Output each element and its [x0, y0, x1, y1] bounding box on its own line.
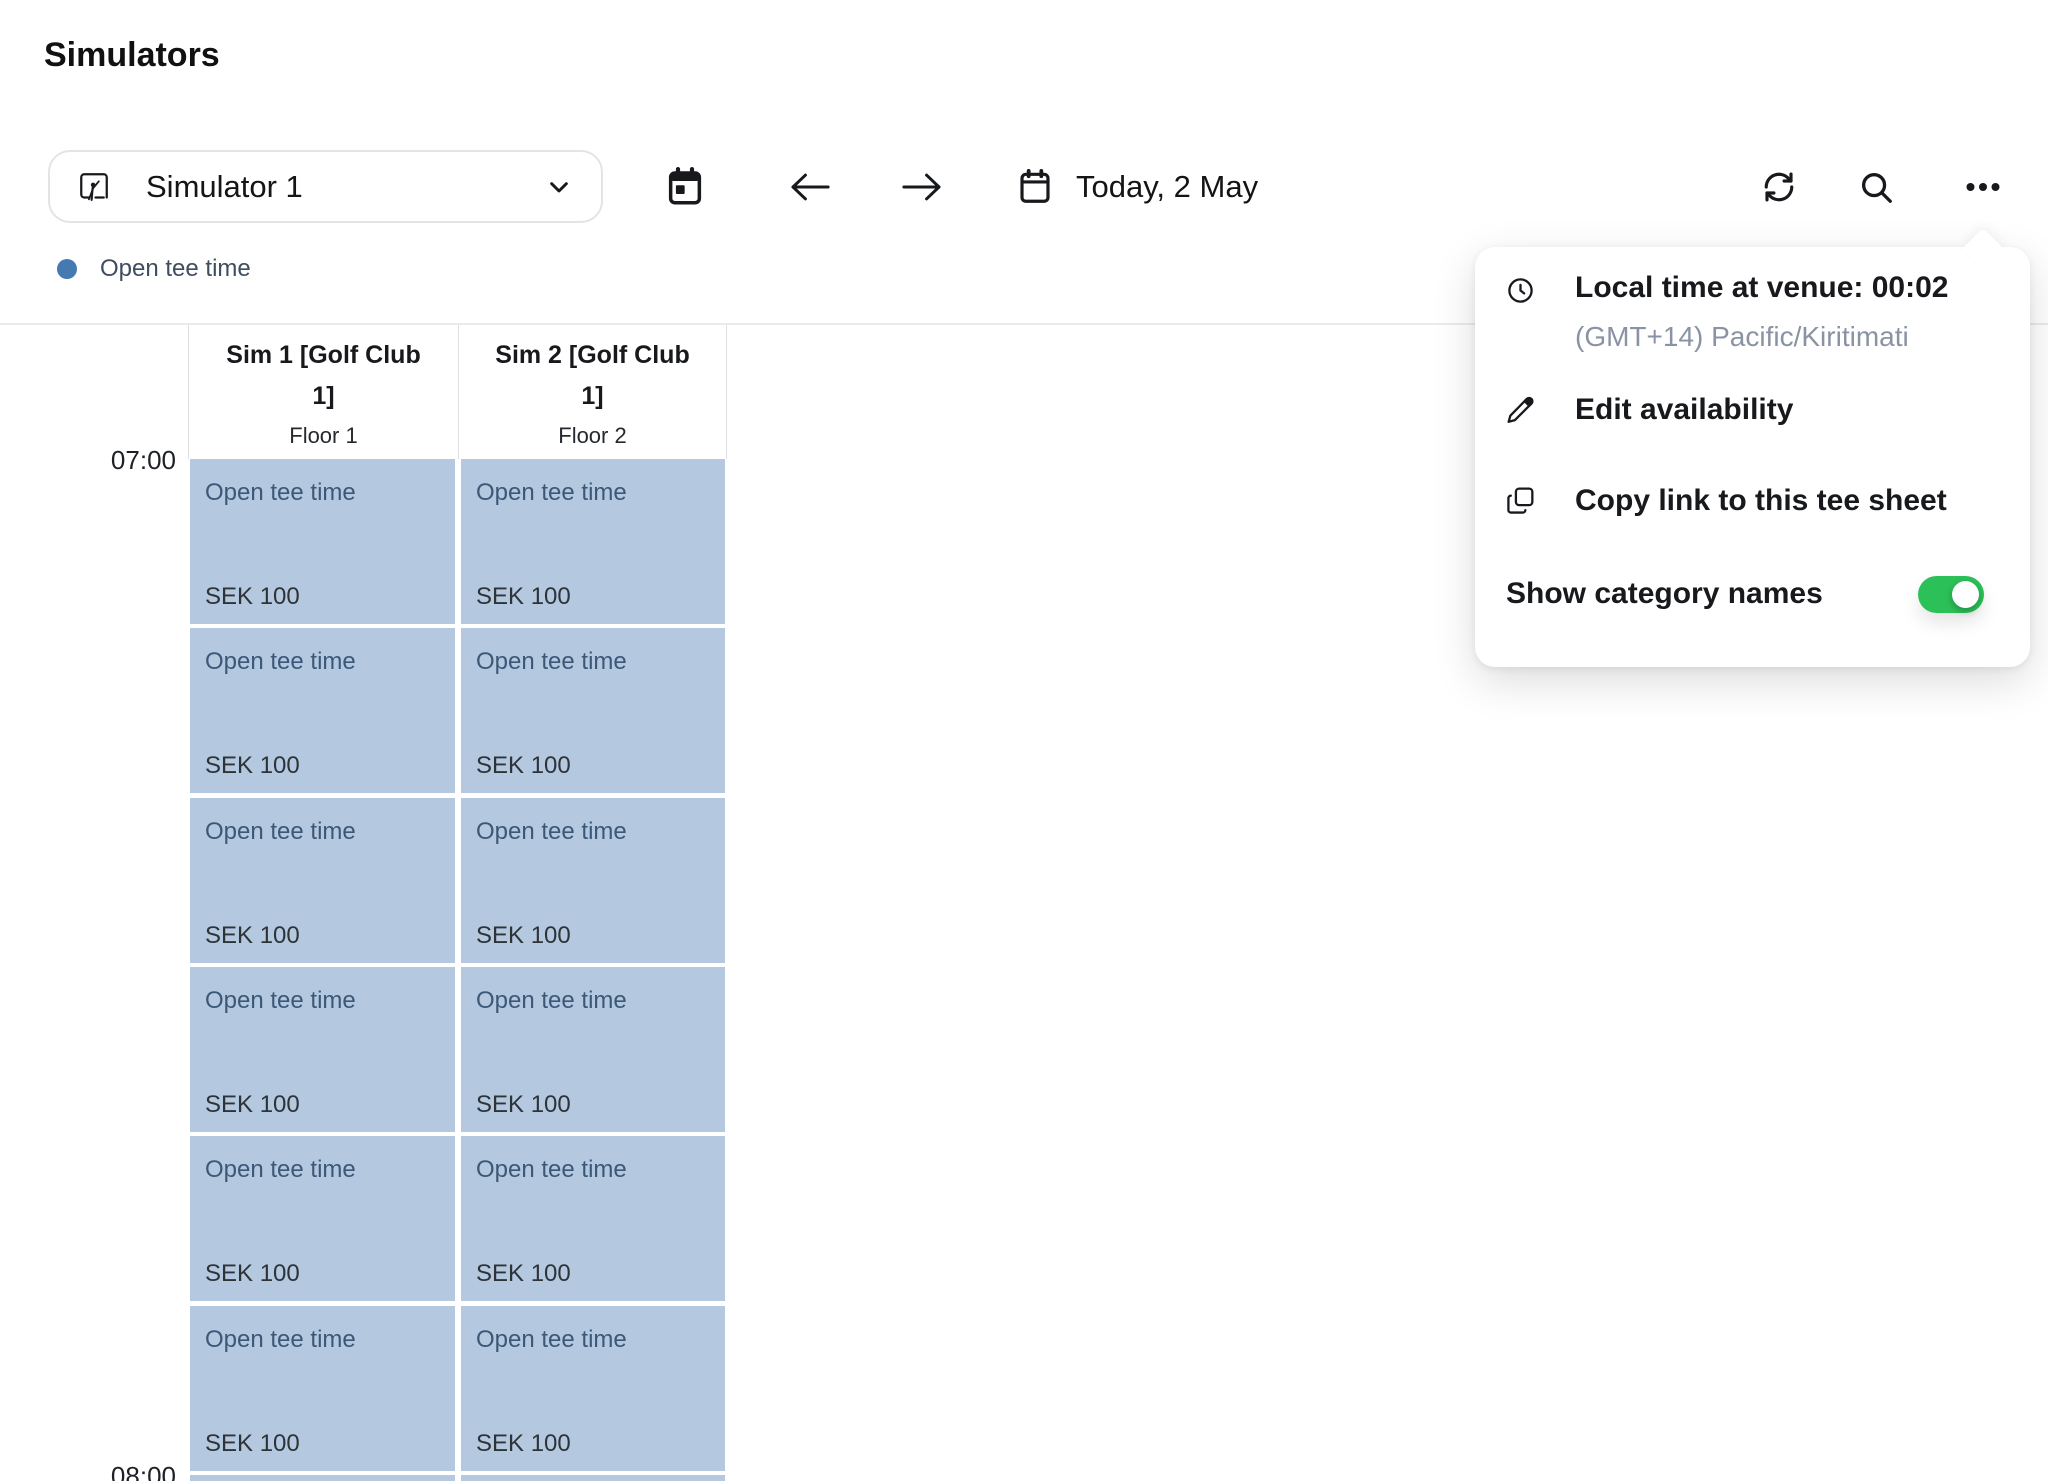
- menu-item-copy-link[interactable]: Copy link to this tee sheet: [1475, 473, 2030, 533]
- show-category-names-label: Show category names: [1506, 577, 1823, 611]
- open-tee-time-slot[interactable]: Open tee time SEK 100: [190, 1136, 455, 1301]
- time-label-0700: 07:00: [0, 445, 176, 476]
- column-title: Sim 2 [Golf Club 1]: [487, 335, 699, 417]
- slot-price: SEK 100: [476, 922, 571, 950]
- slot-price: SEK 100: [205, 1260, 300, 1288]
- ellipsis-icon: [1963, 167, 2003, 207]
- open-tee-time-slot[interactable]: Open tee time SEK 100: [190, 459, 455, 624]
- simulators-page: Simulators Simulator 1: [0, 0, 2048, 1481]
- open-tee-time-slot[interactable]: Open tee time SEK 100: [461, 1306, 725, 1471]
- show-category-names-toggle[interactable]: [1918, 576, 1984, 613]
- chevron-down-icon: [543, 171, 575, 203]
- column-header-sim-2: Sim 2 [Golf Club 1] Floor 2: [458, 325, 727, 459]
- local-time-title: Local time at venue: 00:02: [1575, 271, 1948, 305]
- slot-category-label: Open tee time: [205, 1326, 356, 1354]
- open-tee-time-slot[interactable]: Open tee time SEK 100: [190, 628, 455, 793]
- simulator-select-value: Simulator 1: [146, 169, 543, 205]
- menu-item-edit-availability[interactable]: Edit availability: [1475, 382, 2030, 442]
- slot-category-label: Open tee time: [205, 479, 356, 507]
- slot-category-label: Open tee time: [205, 987, 356, 1015]
- next-day-button[interactable]: [898, 166, 946, 208]
- time-label-0800: 08:00: [0, 1461, 176, 1481]
- arrow-left-icon: [787, 170, 833, 204]
- pencil-icon: [1506, 395, 1535, 424]
- slot-price: SEK 100: [205, 752, 300, 780]
- slot-category-label: Open tee time: [476, 648, 627, 676]
- open-tee-time-slot[interactable]: Open tee time SEK 100: [190, 1306, 455, 1471]
- previous-day-button[interactable]: [786, 166, 834, 208]
- slot-category-label: Open tee time: [476, 479, 627, 507]
- slot-category-label: Open tee time: [476, 987, 627, 1015]
- slot-price: SEK 100: [476, 1260, 571, 1288]
- clock-icon: [1506, 276, 1535, 305]
- slot-category-label: Open tee time: [205, 1156, 356, 1184]
- menu-item-label: Edit availability: [1575, 393, 1793, 427]
- slot-price: SEK 100: [205, 922, 300, 950]
- column-header-sim-1: Sim 1 [Golf Club 1] Floor 1: [188, 325, 458, 459]
- refresh-icon: [1761, 169, 1797, 205]
- legend-dot: [57, 259, 77, 279]
- slot-price: SEK 100: [205, 1091, 300, 1119]
- slot-price: SEK 100: [476, 752, 571, 780]
- schedule-view-button[interactable]: [662, 166, 708, 208]
- open-tee-time-slot[interactable]: Open tee time SEK 100: [461, 459, 725, 624]
- open-tee-time-slot[interactable]: Open tee time SEK 100: [190, 798, 455, 963]
- open-tee-time-slot[interactable]: Open tee time SEK 100: [190, 1475, 455, 1481]
- open-tee-time-slot[interactable]: Open tee time SEK 100: [190, 967, 455, 1132]
- menu-item-label: Copy link to this tee sheet: [1575, 484, 1947, 518]
- column-title: Sim 1 [Golf Club 1]: [218, 335, 430, 417]
- slot-category-label: Open tee time: [205, 818, 356, 846]
- toggle-knob: [1952, 581, 1979, 608]
- date-picker-button[interactable]: Today, 2 May: [1016, 163, 1258, 211]
- open-tee-time-slot[interactable]: Open tee time SEK 100: [461, 1475, 725, 1481]
- more-options-menu: Local time at venue: 00:02 (GMT+14) Paci…: [1475, 247, 2030, 667]
- legend-open-tee-time: Open tee time: [57, 255, 251, 283]
- open-tee-time-slot[interactable]: Open tee time SEK 100: [461, 1136, 725, 1301]
- page-header: Simulators: [0, 0, 2048, 115]
- slot-category-label: Open tee time: [476, 1156, 627, 1184]
- slot-category-label: Open tee time: [476, 1326, 627, 1354]
- open-tee-time-slot[interactable]: Open tee time SEK 100: [461, 628, 725, 793]
- legend-label: Open tee time: [100, 255, 251, 283]
- column-subtitle: Floor 2: [459, 419, 726, 452]
- simulator-select[interactable]: Simulator 1: [48, 150, 603, 223]
- slot-category-label: Open tee time: [205, 648, 356, 676]
- slot-price: SEK 100: [205, 583, 300, 611]
- slot-category-label: Open tee time: [476, 818, 627, 846]
- search-icon: [1857, 168, 1895, 206]
- open-tee-time-slot[interactable]: Open tee time SEK 100: [461, 798, 725, 963]
- calendar-today-icon: [664, 166, 706, 208]
- simulator-screen-icon: [76, 169, 112, 205]
- open-tee-time-slot[interactable]: Open tee time SEK 100: [461, 967, 725, 1132]
- slot-price: SEK 100: [476, 583, 571, 611]
- slot-price: SEK 100: [205, 1430, 300, 1458]
- slot-price: SEK 100: [476, 1430, 571, 1458]
- column-subtitle: Floor 1: [189, 419, 458, 452]
- search-button[interactable]: [1854, 166, 1898, 208]
- refresh-button[interactable]: [1757, 166, 1801, 208]
- page-title: Simulators: [44, 36, 220, 75]
- current-date-label: Today, 2 May: [1076, 169, 1258, 205]
- more-options-button[interactable]: [1961, 166, 2005, 208]
- local-time-timezone: (GMT+14) Pacific/Kiritimati: [1575, 321, 1909, 353]
- calendar-icon: [1016, 168, 1054, 206]
- arrow-right-icon: [899, 170, 945, 204]
- slot-price: SEK 100: [476, 1091, 571, 1119]
- copy-icon: [1506, 486, 1535, 515]
